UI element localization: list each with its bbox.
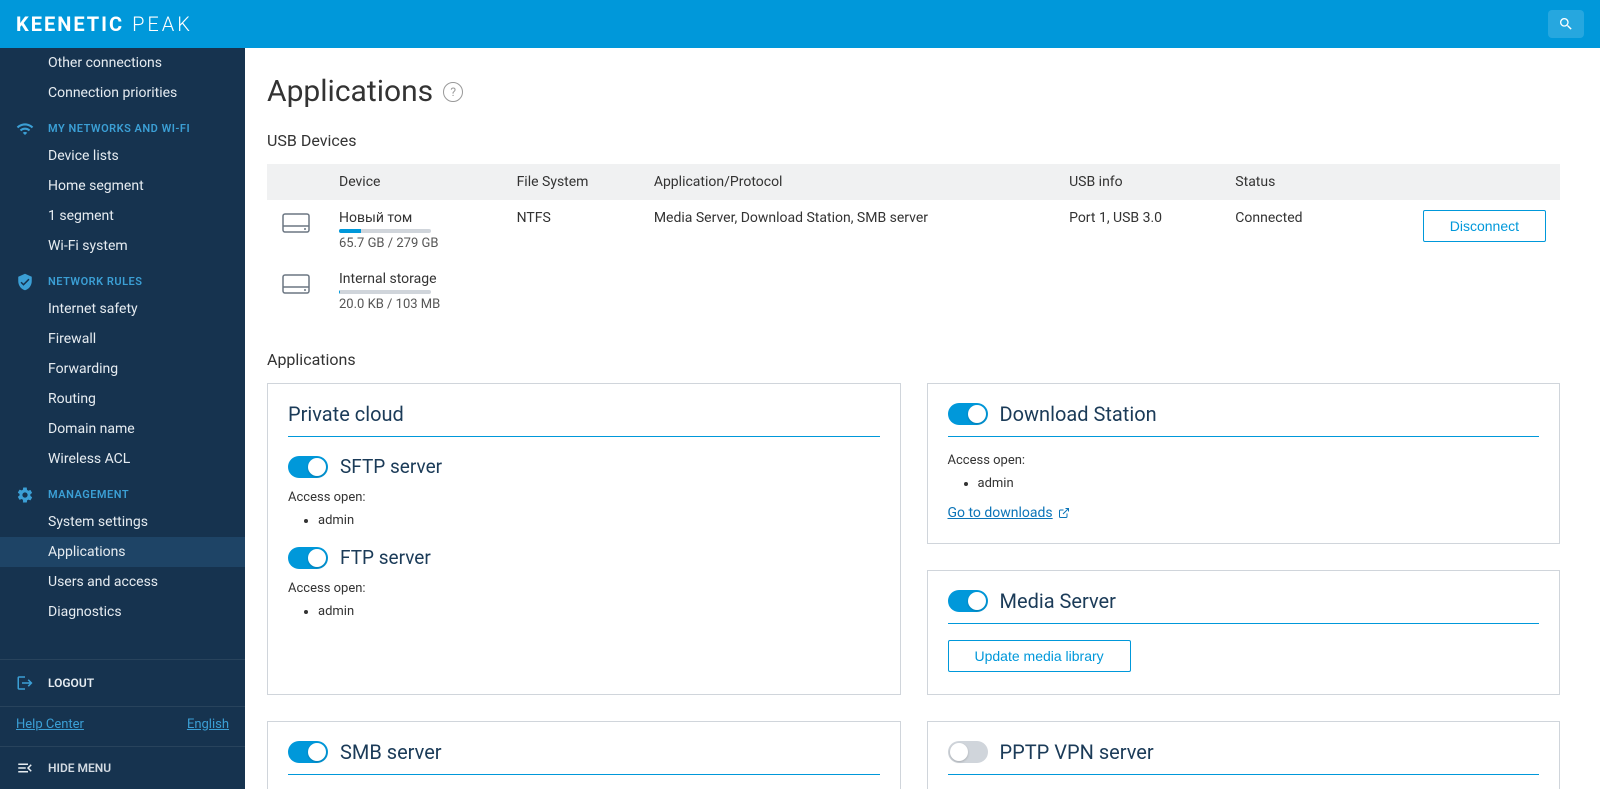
smb-toggle[interactable]: [288, 741, 328, 763]
download-station-toggle[interactable]: [948, 403, 988, 425]
ftp-access-label: Access open:: [288, 581, 880, 596]
sidebar: Other connections Connection priorities …: [0, 48, 245, 789]
language-link[interactable]: English: [187, 717, 229, 732]
ftp-label: FTP server: [340, 546, 431, 569]
sidebar-item-home-segment[interactable]: Home segment: [0, 171, 245, 201]
sidebar-header-rules: NETWORK RULES: [0, 261, 245, 294]
card-media-server: Media Server Update media library: [927, 570, 1561, 695]
sidebar-item-diagnostics[interactable]: Diagnostics: [0, 597, 245, 627]
card-title: SMB server: [340, 740, 442, 764]
drive-size: 65.7 GB / 279 GB: [339, 236, 489, 251]
help-icon[interactable]: ?: [443, 82, 463, 102]
pptp-toggle[interactable]: [948, 741, 988, 763]
search-button[interactable]: [1548, 10, 1584, 38]
col-fs: File System: [503, 164, 640, 200]
sidebar-item-users-access[interactable]: Users and access: [0, 567, 245, 597]
drive-name: Новый том: [339, 210, 489, 226]
card-title: Private cloud: [288, 402, 404, 426]
sidebar-item-internet-safety[interactable]: Internet safety: [0, 294, 245, 324]
drive-icon: [281, 212, 311, 234]
card-pptp: PPTP VPN server User access closed: [927, 721, 1561, 789]
drive-usage-bar: [339, 229, 431, 233]
sidebar-item-firewall[interactable]: Firewall: [0, 324, 245, 354]
ds-user: admin: [978, 476, 1540, 491]
usb-devices-heading: USB Devices: [267, 131, 1560, 150]
sftp-access-label: Access open:: [288, 490, 880, 505]
card-private-cloud: Private cloud SFTP server Access open: a…: [267, 383, 901, 695]
sidebar-item-1-segment[interactable]: 1 segment: [0, 201, 245, 231]
cell-app: Media Server, Download Station, SMB serv…: [640, 200, 1055, 261]
card-title: Download Station: [1000, 402, 1157, 426]
sidebar-header-networks: MY NETWORKS AND WI-FI: [0, 108, 245, 141]
go-to-downloads-link[interactable]: Go to downloads: [948, 505, 1070, 521]
logo: KEENETIC PEAK: [16, 12, 193, 36]
sftp-toggle[interactable]: [288, 456, 328, 478]
help-center-link[interactable]: Help Center: [16, 717, 84, 732]
col-app: Application/Protocol: [640, 164, 1055, 200]
drive-usage-bar: [339, 290, 431, 294]
search-icon: [1558, 16, 1574, 32]
main-content: Applications ? USB Devices Device File S…: [245, 48, 1600, 789]
hide-menu-icon: [16, 759, 34, 777]
brand-name: KEENETIC: [16, 12, 124, 36]
hide-menu-button[interactable]: HIDE MENU: [0, 746, 245, 789]
logout-button[interactable]: LOGOUT: [0, 660, 245, 706]
media-server-toggle[interactable]: [948, 590, 988, 612]
sidebar-item-forwarding[interactable]: Forwarding: [0, 354, 245, 384]
sidebar-item-system-settings[interactable]: System settings: [0, 507, 245, 537]
page-title: Applications ?: [267, 74, 1560, 109]
table-row[interactable]: Internal storage 20.0 KB / 103 MB: [267, 261, 1560, 322]
ftp-toggle[interactable]: [288, 547, 328, 569]
card-download-station: Download Station Access open: admin Go t…: [927, 383, 1561, 544]
cell-status: Connected: [1221, 200, 1352, 261]
drive-name: Internal storage: [339, 271, 489, 287]
card-title: PPTP VPN server: [1000, 740, 1154, 764]
shield-icon: [16, 273, 34, 291]
sidebar-item-domain-name[interactable]: Domain name: [0, 414, 245, 444]
sidebar-item-connection-priorities[interactable]: Connection priorities: [0, 78, 245, 108]
top-header: KEENETIC PEAK: [0, 0, 1600, 48]
sidebar-item-wifi-system[interactable]: Wi-Fi system: [0, 231, 245, 261]
col-status: Status: [1221, 164, 1352, 200]
wifi-icon: [16, 120, 34, 138]
cell-usb-info: Port 1, USB 3.0: [1055, 200, 1221, 261]
sftp-label: SFTP server: [340, 455, 442, 478]
col-device: Device: [325, 164, 503, 200]
sidebar-item-other-connections[interactable]: Other connections: [0, 48, 245, 78]
cell-fs: NTFS: [503, 200, 640, 261]
card-smb: SMB server Open access without a passwor…: [267, 721, 901, 789]
ds-access-label: Access open:: [948, 453, 1540, 468]
card-title: Media Server: [1000, 589, 1116, 613]
drive-icon: [281, 273, 311, 295]
sidebar-item-device-lists[interactable]: Device lists: [0, 141, 245, 171]
gear-icon: [16, 486, 34, 504]
col-usb-info: USB info: [1055, 164, 1221, 200]
logout-icon: [16, 674, 34, 692]
sidebar-header-management: MANAGEMENT: [0, 474, 245, 507]
external-link-icon: [1058, 507, 1070, 519]
sftp-user: admin: [318, 513, 880, 528]
table-row[interactable]: Новый том 65.7 GB / 279 GB NTFS Media Se…: [267, 200, 1560, 261]
sidebar-item-wireless-acl[interactable]: Wireless ACL: [0, 444, 245, 474]
drive-size: 20.0 KB / 103 MB: [339, 297, 489, 312]
sidebar-item-routing[interactable]: Routing: [0, 384, 245, 414]
usb-devices-table: Device File System Application/Protocol …: [267, 164, 1560, 322]
ftp-user: admin: [318, 604, 880, 619]
sidebar-item-applications[interactable]: Applications: [0, 537, 245, 567]
disconnect-button[interactable]: Disconnect: [1423, 210, 1546, 242]
brand-model: PEAK: [132, 12, 193, 36]
applications-heading: Applications: [267, 350, 1560, 369]
update-media-library-button[interactable]: Update media library: [948, 640, 1131, 672]
